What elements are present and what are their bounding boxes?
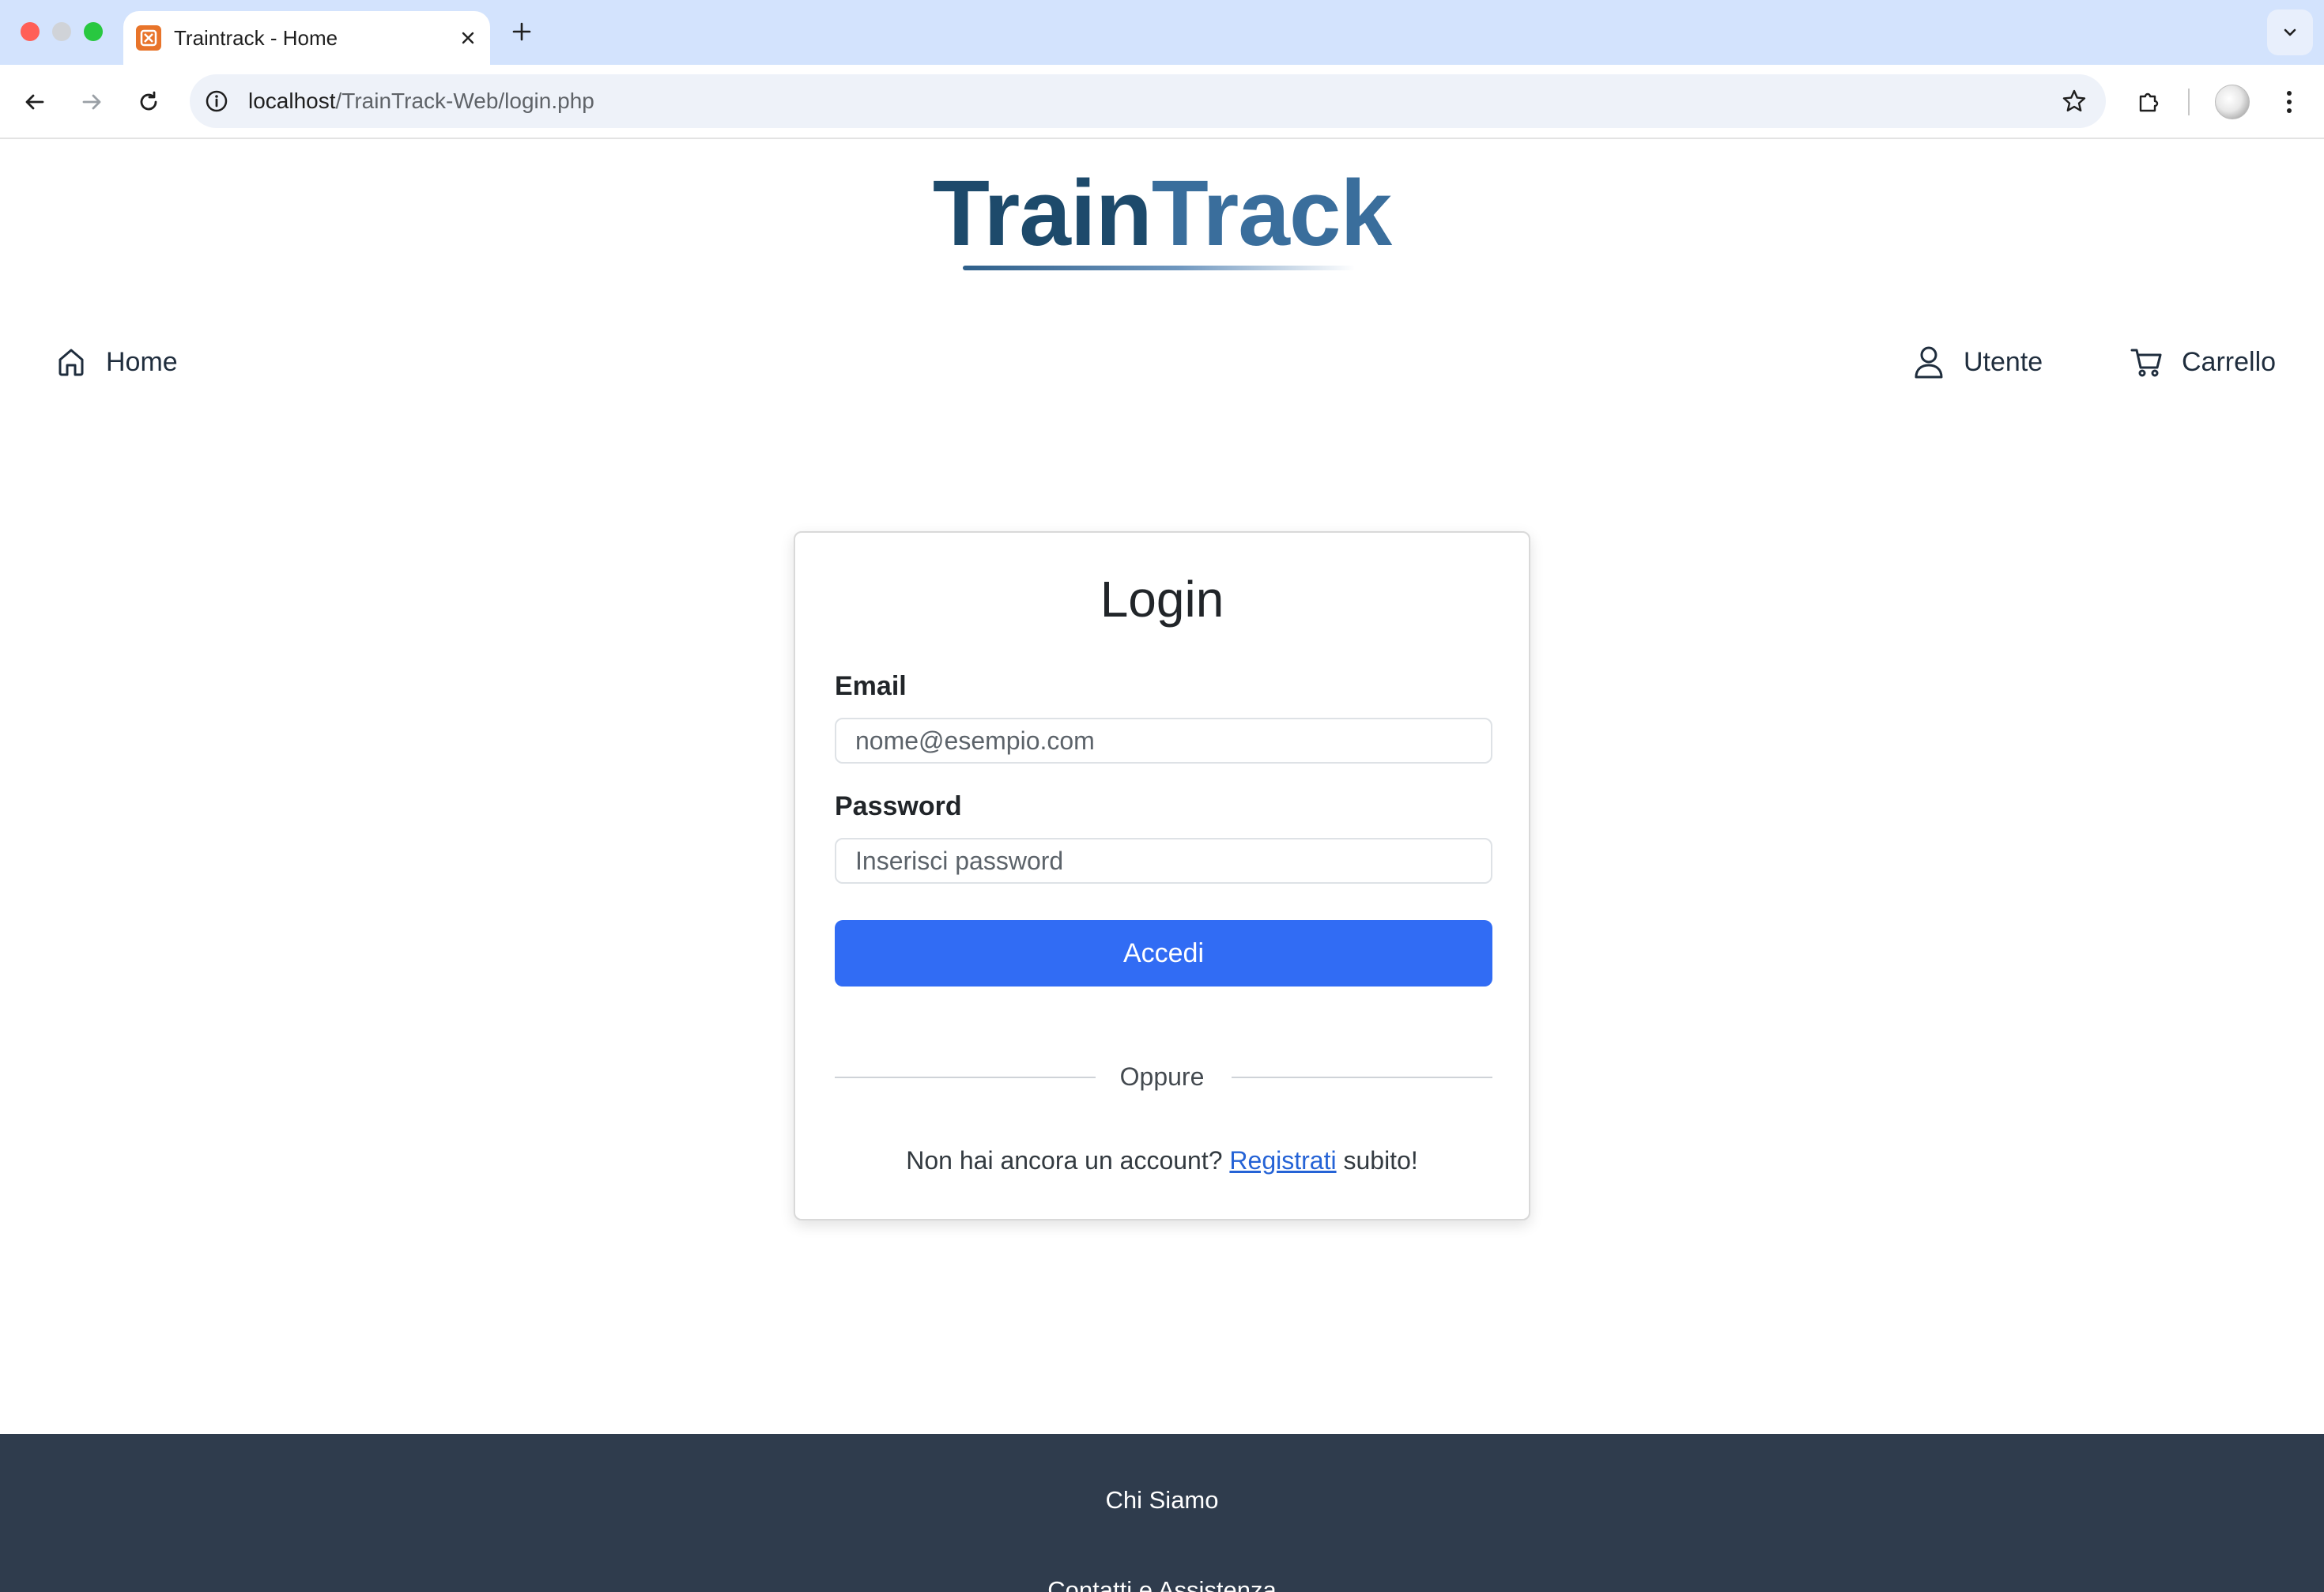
bookmark-star-icon[interactable] bbox=[2058, 85, 2090, 117]
tab-search-chevron-down-icon[interactable] bbox=[2267, 9, 2313, 55]
nav-home-link[interactable]: Home bbox=[54, 337, 178, 387]
nav-cart-label: Carrello bbox=[2182, 346, 2277, 377]
password-field[interactable] bbox=[835, 838, 1492, 884]
email-label: Email bbox=[835, 671, 907, 701]
logo-text-track: Track bbox=[1151, 161, 1392, 266]
url-host: localhost bbox=[248, 89, 336, 113]
nav-home-label: Home bbox=[106, 346, 178, 377]
site-logo[interactable]: TrainTrack bbox=[0, 158, 2324, 269]
favicon-icon bbox=[136, 25, 161, 51]
window-close-button[interactable] bbox=[21, 22, 40, 41]
back-arrow-icon[interactable] bbox=[16, 83, 54, 121]
signup-prompt: Non hai ancora un account? Registrati su… bbox=[795, 1143, 1529, 1178]
home-icon bbox=[54, 345, 89, 379]
nav-user-link[interactable]: Utente bbox=[1911, 337, 2043, 387]
login-title: Login bbox=[1100, 571, 1224, 628]
browser-tabstrip: Traintrack - Home bbox=[0, 0, 2324, 65]
toolbar-separator bbox=[2188, 89, 2190, 115]
login-card: Login Email Password Accedi Oppure Non h… bbox=[794, 531, 1530, 1220]
site-info-icon[interactable] bbox=[201, 85, 232, 117]
login-submit-button[interactable]: Accedi bbox=[835, 920, 1492, 987]
password-label: Password bbox=[835, 791, 962, 821]
url-path: /TrainTrack-Web/login.php bbox=[335, 89, 594, 113]
nav-cart-link[interactable]: Carrello bbox=[2130, 337, 2276, 387]
main-navigation: Home Utente Carrello bbox=[0, 337, 2324, 387]
browser-menu-kebab-icon[interactable] bbox=[2270, 83, 2308, 121]
email-field[interactable] bbox=[835, 718, 1492, 764]
signup-suffix: subito! bbox=[1343, 1146, 1418, 1175]
tab-title: Traintrack - Home bbox=[174, 26, 338, 50]
logo-text-train: Train bbox=[932, 161, 1153, 266]
signup-link[interactable]: Registrati bbox=[1229, 1146, 1336, 1175]
new-tab-icon[interactable] bbox=[507, 17, 536, 46]
profile-avatar[interactable] bbox=[2215, 85, 2250, 119]
cart-icon bbox=[2130, 345, 2164, 379]
footer-link-contacts[interactable]: Contatti e Assistenza bbox=[0, 1575, 2324, 1592]
reload-icon[interactable] bbox=[130, 83, 168, 121]
address-bar[interactable]: localhost/TrainTrack-Web/login.php bbox=[190, 74, 2106, 128]
page-content: TrainTrack Home Utente Carrello Login Em… bbox=[0, 139, 2324, 1592]
divider-label: Oppure bbox=[1119, 1062, 1205, 1091]
window-minimize-button[interactable] bbox=[52, 22, 71, 41]
nav-user-label: Utente bbox=[1964, 346, 2043, 377]
extensions-puzzle-icon[interactable] bbox=[2130, 83, 2167, 121]
browser-tab-active[interactable]: Traintrack - Home bbox=[123, 11, 490, 65]
tab-close-icon[interactable] bbox=[455, 25, 481, 51]
browser-toolbar: localhost/TrainTrack-Web/login.php bbox=[0, 65, 2324, 139]
address-url[interactable]: localhost/TrainTrack-Web/login.php bbox=[248, 85, 594, 117]
user-icon bbox=[1911, 345, 1946, 379]
footer-link-about[interactable]: Chi Siamo bbox=[0, 1484, 2324, 1516]
signup-prefix: Non hai ancora un account? bbox=[906, 1146, 1223, 1175]
forward-arrow-icon[interactable] bbox=[73, 83, 111, 121]
logo-underline bbox=[963, 266, 1355, 270]
window-zoom-button[interactable] bbox=[84, 22, 103, 41]
site-footer: Chi Siamo Contatti e Assistenza bbox=[0, 1434, 2324, 1592]
